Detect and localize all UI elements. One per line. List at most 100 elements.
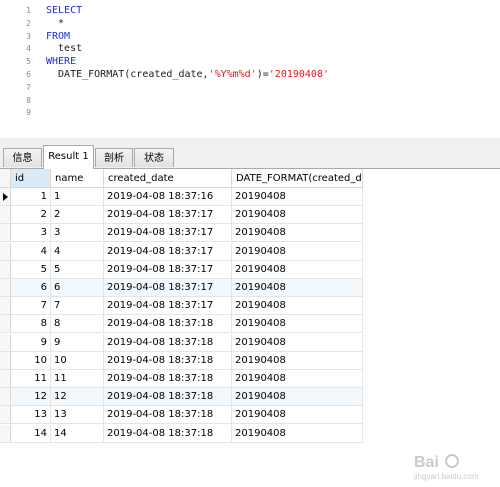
cell-created-date[interactable]: 2019-04-08 18:37:18 [104,388,232,407]
cell-id[interactable]: 8 [11,315,51,334]
cell-id[interactable]: 11 [11,370,51,388]
cell-id[interactable]: 6 [11,279,51,297]
cell-date-format[interactable]: 20190408 [232,424,363,443]
column-header-name[interactable]: name [51,169,104,188]
table-row[interactable]: 11 11 2019-04-08 18:37:18 20190408 [0,370,363,388]
row-indicator[interactable] [0,242,11,261]
cell-id[interactable]: 7 [11,297,51,316]
cell-name[interactable]: 12 [51,388,104,407]
tab-info[interactable]: 信息 [3,148,42,167]
column-header-created-date[interactable]: created_date [104,169,232,188]
tab-status[interactable]: 状态 [134,148,174,167]
cell-name[interactable]: 3 [51,224,104,243]
cell-created-date[interactable]: 2019-04-08 18:37:18 [104,315,232,334]
cell-created-date[interactable]: 2019-04-08 18:37:17 [104,297,232,316]
cell-id[interactable]: 4 [11,242,51,261]
cell-name[interactable]: 7 [51,297,104,316]
cell-name[interactable]: 14 [51,424,104,443]
code-line: 8 [0,94,500,107]
row-indicator[interactable] [0,424,11,443]
cell-date-format[interactable]: 20190408 [232,370,363,388]
row-indicator[interactable] [0,315,11,334]
sql-token: test [46,43,83,55]
row-indicator[interactable] [0,188,11,206]
cell-date-format[interactable]: 20190408 [232,260,363,279]
cell-id[interactable]: 3 [11,224,51,243]
cell-created-date[interactable]: 2019-04-08 18:37:17 [104,224,232,243]
row-indicator[interactable] [0,370,11,388]
tab-result-1[interactable]: Result 1 [43,145,94,169]
cell-name[interactable]: 4 [51,242,104,261]
cell-date-format[interactable]: 20190408 [232,242,363,261]
cell-name[interactable]: 8 [51,315,104,334]
cell-id[interactable]: 9 [11,333,51,352]
cell-created-date[interactable]: 2019-04-08 18:37:18 [104,424,232,443]
cell-name[interactable]: 2 [51,206,104,225]
cell-name[interactable]: 9 [51,333,104,352]
code-text: WHERE [46,55,76,68]
cell-date-format[interactable]: 20190408 [232,333,363,352]
cell-created-date[interactable]: 2019-04-08 18:37:17 [104,242,232,261]
row-indicator[interactable] [0,333,11,352]
table-row[interactable]: 10 10 2019-04-08 18:37:18 20190408 [0,351,363,370]
row-indicator[interactable] [0,224,11,243]
table-row[interactable]: 1 1 2019-04-08 18:37:16 20190408 [0,188,363,206]
code-line: 7 [0,81,500,94]
table-row[interactable]: 5 5 2019-04-08 18:37:17 20190408 [0,260,363,279]
cell-created-date[interactable]: 2019-04-08 18:37:18 [104,370,232,388]
cell-created-date[interactable]: 2019-04-08 18:37:17 [104,206,232,225]
splitter[interactable] [0,138,500,145]
cell-name[interactable]: 6 [51,279,104,297]
table-row[interactable]: 8 8 2019-04-08 18:37:18 20190408 [0,315,363,334]
sql-keyword: FROM [46,30,71,42]
cell-name[interactable]: 1 [51,188,104,206]
row-indicator[interactable] [0,388,11,407]
row-indicator[interactable] [0,260,11,279]
cell-created-date[interactable]: 2019-04-08 18:37:17 [104,260,232,279]
table-row[interactable]: 4 4 2019-04-08 18:37:17 20190408 [0,242,363,261]
cell-date-format[interactable]: 20190408 [232,315,363,334]
cell-created-date[interactable]: 2019-04-08 18:37:18 [104,406,232,425]
cell-id[interactable]: 13 [11,406,51,425]
cell-created-date[interactable]: 2019-04-08 18:37:16 [104,188,232,206]
cell-created-date[interactable]: 2019-04-08 18:37:18 [104,351,232,370]
cell-name[interactable]: 10 [51,351,104,370]
row-indicator[interactable] [0,406,11,425]
table-row[interactable]: 6 6 2019-04-08 18:37:17 20190408 [0,279,363,297]
table-row[interactable]: 2 2 2019-04-08 18:37:17 20190408 [0,206,363,225]
cell-id[interactable]: 1 [11,188,51,206]
table-row[interactable]: 14 14 2019-04-08 18:37:18 20190408 [0,424,363,443]
column-header-date-format[interactable]: DATE_FORMAT(created_d [232,169,363,188]
cell-date-format[interactable]: 20190408 [232,206,363,225]
row-indicator[interactable] [0,279,11,297]
table-row[interactable]: 3 3 2019-04-08 18:37:17 20190408 [0,224,363,243]
table-row[interactable]: 7 7 2019-04-08 18:37:17 20190408 [0,297,363,316]
cell-created-date[interactable]: 2019-04-08 18:37:17 [104,279,232,297]
cell-date-format[interactable]: 20190408 [232,297,363,316]
sql-editor[interactable]: 1 SELECT 2 * 3 FROM 4 test 5 WHERE 6 DATE_FORMAT… [0,0,500,139]
cell-created-date[interactable]: 2019-04-08 18:37:18 [104,333,232,352]
cell-id[interactable]: 5 [11,260,51,279]
cell-name[interactable]: 11 [51,370,104,388]
cell-date-format[interactable]: 20190408 [232,224,363,243]
row-indicator[interactable] [0,351,11,370]
cell-date-format[interactable]: 20190408 [232,406,363,425]
grid-corner[interactable] [0,169,11,188]
row-indicator[interactable] [0,206,11,225]
table-row[interactable]: 13 13 2019-04-08 18:37:18 20190408 [0,406,363,425]
cell-date-format[interactable]: 20190408 [232,188,363,206]
cell-name[interactable]: 13 [51,406,104,425]
row-indicator[interactable] [0,297,11,316]
cell-date-format[interactable]: 20190408 [232,388,363,407]
table-row[interactable]: 9 9 2019-04-08 18:37:18 20190408 [0,333,363,352]
cell-id[interactable]: 12 [11,388,51,407]
cell-date-format[interactable]: 20190408 [232,279,363,297]
table-row[interactable]: 12 12 2019-04-08 18:37:18 20190408 [0,388,363,407]
column-header-id[interactable]: id [11,169,51,188]
cell-date-format[interactable]: 20190408 [232,351,363,370]
cell-name[interactable]: 5 [51,260,104,279]
cell-id[interactable]: 10 [11,351,51,370]
cell-id[interactable]: 2 [11,206,51,225]
tab-profile[interactable]: 剖析 [95,148,133,167]
cell-id[interactable]: 14 [11,424,51,443]
